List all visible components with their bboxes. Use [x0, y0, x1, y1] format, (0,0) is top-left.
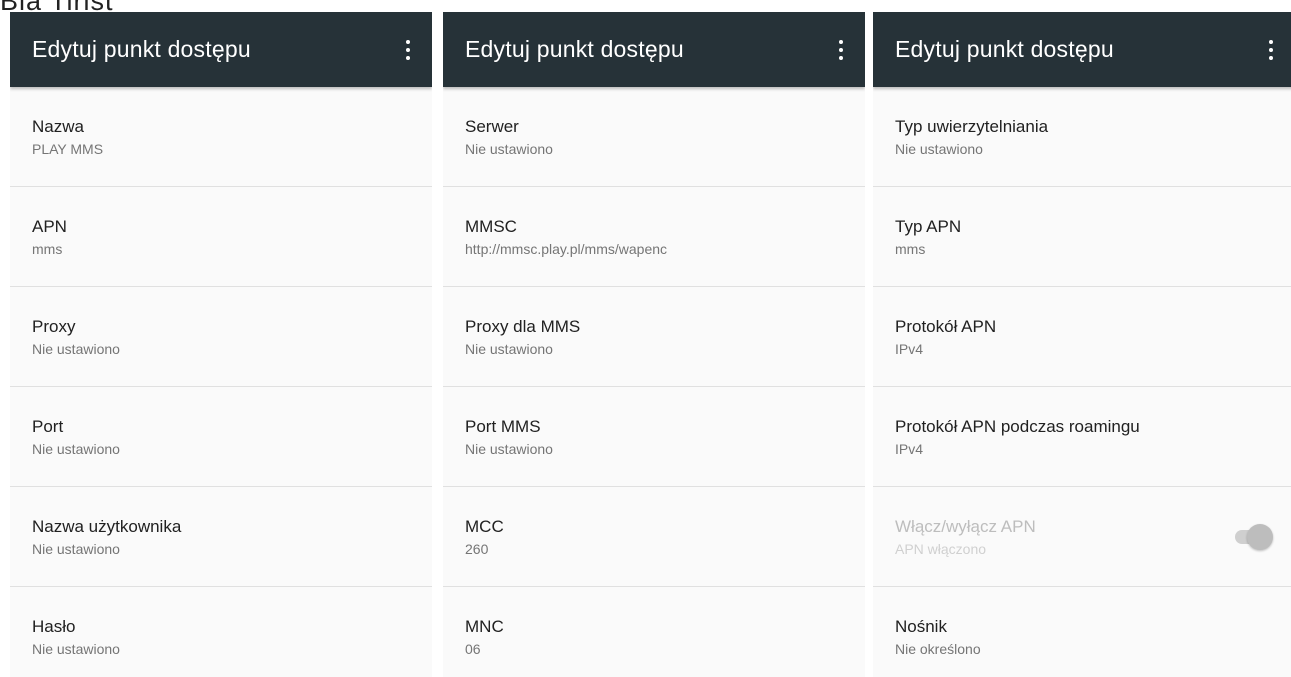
setting-summary: APN włączono [895, 540, 987, 557]
app-toolbar: Edytuj punkt dostępu [10, 12, 432, 87]
settings-list: Nazwa PLAY MMS APN mms Proxy Nie ustawio… [10, 87, 432, 677]
setting-summary: mms [32, 240, 63, 257]
setting-summary: mms [895, 240, 926, 257]
setting-mmsc[interactable]: MMSC http://mmsc.play.pl/mms/wapenc [443, 187, 865, 287]
setting-summary: IPv4 [895, 340, 924, 357]
settings-list: Serwer Nie ustawiono MMSC http://mmsc.pl… [443, 87, 865, 677]
setting-apn-protocol[interactable]: Protokół APN IPv4 [873, 287, 1291, 387]
toolbar-title: Edytuj punkt dostępu [895, 36, 1114, 62]
setting-title: Port MMS [465, 416, 541, 436]
setting-summary: Nie określono [895, 640, 981, 657]
setting-title: APN [32, 216, 67, 236]
settings-list: Typ uwierzytelniania Nie ustawiono Typ A… [873, 87, 1291, 677]
setting-mcc[interactable]: MCC 260 [443, 487, 865, 587]
toolbar-title: Edytuj punkt dostępu [32, 36, 251, 62]
setting-summary: Nie ustawiono [465, 140, 553, 157]
more-vert-icon[interactable] [831, 35, 851, 65]
setting-title: Proxy dla MMS [465, 316, 581, 336]
setting-apn-type[interactable]: Typ APN mms [873, 187, 1291, 287]
setting-title: Serwer [465, 116, 519, 136]
setting-summary: Nie ustawiono [465, 440, 553, 457]
setting-port[interactable]: Port Nie ustawiono [10, 387, 432, 487]
setting-password[interactable]: Hasło Nie ustawiono [10, 587, 432, 677]
setting-title: Hasło [32, 616, 76, 636]
setting-summary: http://mmsc.play.pl/mms/wapenc [465, 240, 668, 257]
setting-summary: Nie ustawiono [32, 440, 120, 457]
setting-title: Nazwa użytkownika [32, 516, 182, 536]
setting-summary: Nie ustawiono [465, 340, 553, 357]
setting-title: Nazwa [32, 116, 84, 136]
setting-summary: Nie ustawiono [32, 540, 120, 557]
apn-edit-screen-2: Edytuj punkt dostępu Serwer Nie ustawion… [443, 12, 865, 677]
setting-name[interactable]: Nazwa PLAY MMS [10, 87, 432, 187]
setting-summary: 260 [465, 540, 489, 557]
setting-summary: PLAY MMS [32, 140, 104, 157]
setting-server[interactable]: Serwer Nie ustawiono [443, 87, 865, 187]
setting-summary: 06 [465, 640, 481, 657]
setting-proxy[interactable]: Proxy Nie ustawiono [10, 287, 432, 387]
setting-bearer[interactable]: Nośnik Nie określono [873, 587, 1291, 677]
screenshot-page: Bla Tirist Edytuj punkt dostępu Nazwa PL… [0, 0, 1291, 677]
setting-mms-port[interactable]: Port MMS Nie ustawiono [443, 387, 865, 487]
setting-summary: Nie ustawiono [895, 140, 983, 157]
setting-summary: IPv4 [895, 440, 924, 457]
setting-summary: Nie ustawiono [32, 640, 120, 657]
apn-edit-screen-1: Edytuj punkt dostępu Nazwa PLAY MMS APN … [10, 12, 432, 677]
setting-title: MCC [465, 516, 504, 536]
setting-summary: Nie ustawiono [32, 340, 120, 357]
more-vert-icon[interactable] [398, 35, 418, 65]
setting-auth-type[interactable]: Typ uwierzytelniania Nie ustawiono [873, 87, 1291, 187]
app-toolbar: Edytuj punkt dostępu [443, 12, 865, 87]
setting-apn-enable: Włącz/wyłącz APN APN włączono [873, 487, 1291, 587]
apn-edit-screen-3: Edytuj punkt dostępu Typ uwierzytelniani… [873, 12, 1291, 677]
toolbar-title: Edytuj punkt dostępu [465, 36, 684, 62]
setting-title: Protokół APN podczas roamingu [895, 416, 1140, 436]
app-toolbar: Edytuj punkt dostępu [873, 12, 1291, 87]
switch-thumb [1247, 523, 1273, 550]
setting-apn-roaming-protocol[interactable]: Protokół APN podczas roamingu IPv4 [873, 387, 1291, 487]
setting-apn[interactable]: APN mms [10, 187, 432, 287]
setting-mms-proxy[interactable]: Proxy dla MMS Nie ustawiono [443, 287, 865, 387]
setting-title: Proxy [32, 316, 76, 336]
setting-title: Protokół APN [895, 316, 997, 336]
setting-title: Typ uwierzytelniania [895, 116, 1049, 136]
setting-title: MMSC [465, 216, 517, 236]
setting-title: Włącz/wyłącz APN [895, 516, 1036, 536]
more-vert-icon[interactable] [1261, 35, 1281, 65]
setting-mnc[interactable]: MNC 06 [443, 587, 865, 677]
setting-title: MNC [465, 616, 504, 636]
apn-enable-switch [1235, 523, 1273, 550]
setting-title: Nośnik [895, 616, 947, 636]
setting-title: Typ APN [895, 216, 962, 236]
setting-username[interactable]: Nazwa użytkownika Nie ustawiono [10, 487, 432, 587]
setting-title: Port [32, 416, 64, 436]
